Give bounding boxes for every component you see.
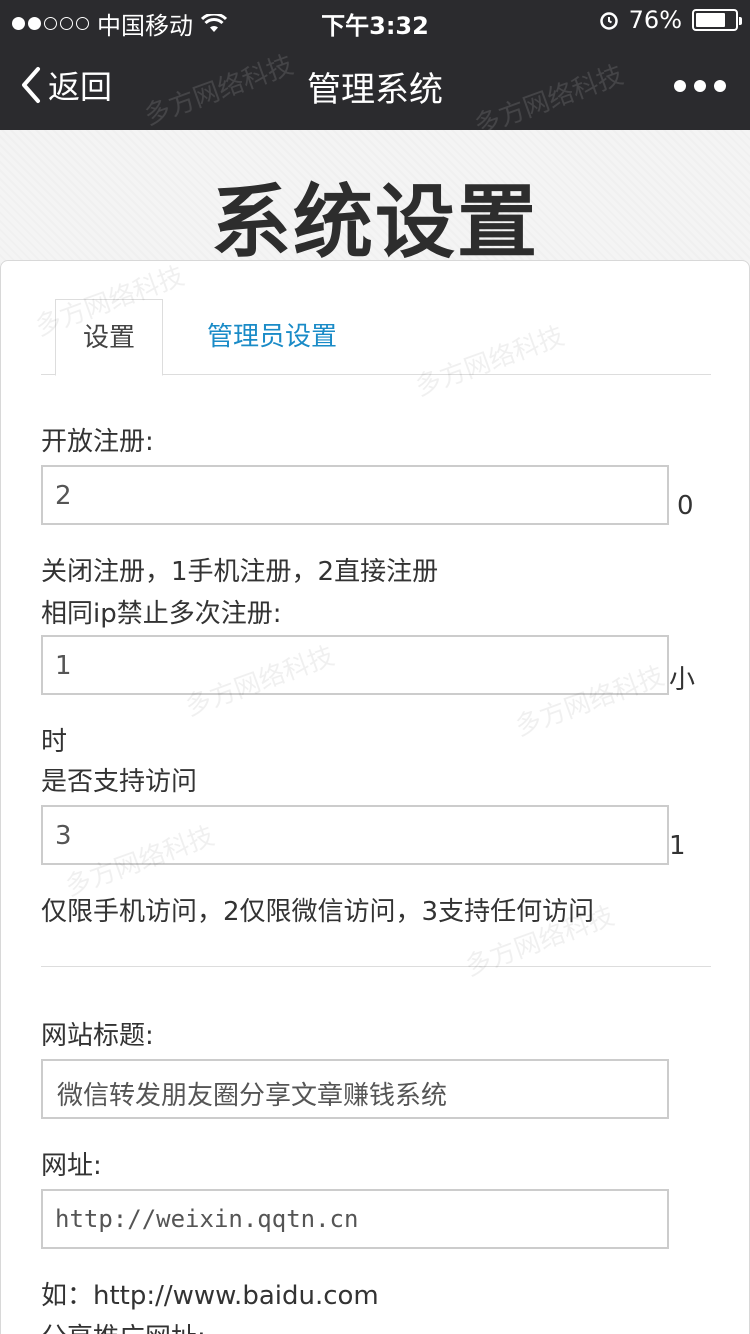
battery-icon xyxy=(692,9,742,31)
site-url-label: 网址: xyxy=(41,1151,102,1181)
section-divider xyxy=(41,966,711,967)
page-title: 系统设置 xyxy=(211,176,539,269)
same-ip-suffix: 小 xyxy=(669,665,696,695)
tab-settings[interactable]: 设置 xyxy=(55,299,163,376)
content-area: 系统设置 设置 管理员设置 开放注册: 2 0 关闭注册，1手机注册，2直接注册… xyxy=(0,130,750,1334)
site-title-label: 网站标题: xyxy=(41,1021,154,1051)
access-hint: 仅限手机访问，2仅限微信访问，3支持任何访问 xyxy=(41,897,595,927)
more-dots-icon[interactable] xyxy=(674,80,726,92)
battery-level xyxy=(696,13,725,27)
same-ip-suffix-wrap: 时 xyxy=(41,727,68,757)
status-bar: 中国移动 下午3:32 76% xyxy=(0,0,750,40)
open-register-label: 开放注册: xyxy=(41,427,154,457)
tab-bar: 设置 管理员设置 xyxy=(41,299,711,376)
access-label: 是否支持访问 xyxy=(41,767,198,797)
same-ip-input[interactable]: 1 xyxy=(41,635,669,695)
site-title-input[interactable]: 微信转发朋友圈分享文章赚钱系统 xyxy=(41,1059,669,1119)
open-register-hint: 关闭注册，1手机注册，2直接注册 xyxy=(41,557,439,587)
access-suffix: 1 xyxy=(669,831,686,861)
site-url-input[interactable]: http://weixin.qqtn.cn xyxy=(41,1189,669,1249)
nav-title: 管理系统 xyxy=(307,70,443,110)
site-url-hint: 如：http://www.baidu.com xyxy=(41,1281,379,1311)
open-register-input[interactable]: 2 xyxy=(41,465,669,525)
tab-admin-settings[interactable]: 管理员设置 xyxy=(207,299,337,375)
settings-card: 设置 管理员设置 开放注册: 2 0 关闭注册，1手机注册，2直接注册 相同ip… xyxy=(0,260,750,1334)
access-input[interactable]: 3 xyxy=(41,805,669,865)
share-url-label: 分享推广网址: xyxy=(41,1317,206,1334)
open-register-suffix: 0 xyxy=(677,491,694,521)
alarm-icon xyxy=(599,12,618,30)
status-right: 76% xyxy=(599,6,742,34)
battery-percent: 76% xyxy=(628,6,682,34)
nav-bar: 返回 管理系统 多方网络科技 多方网络科技 xyxy=(0,40,750,142)
same-ip-label: 相同ip禁止多次注册: xyxy=(41,599,282,629)
